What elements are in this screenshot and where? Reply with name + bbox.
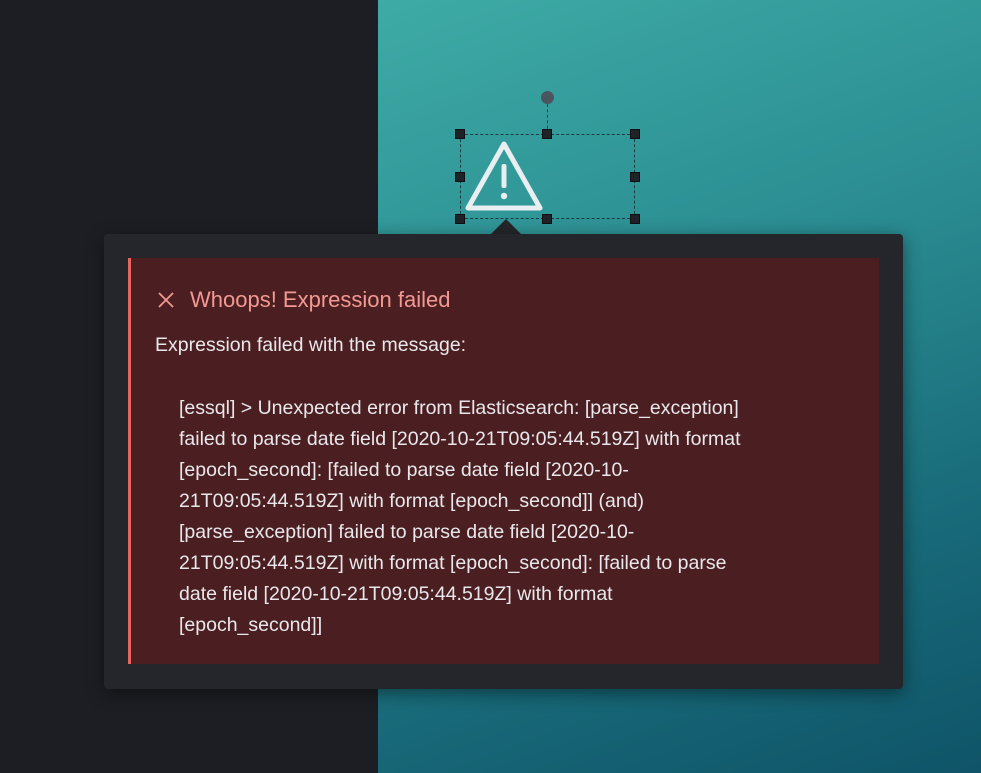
- callout-title-row: Whoops! Expression failed: [157, 287, 450, 313]
- error-detail: [essql] > Unexpected error from Elastics…: [179, 397, 741, 636]
- error-message: Expression failed with the message:: [155, 334, 467, 356]
- resize-handle-top-right[interactable]: [630, 129, 640, 139]
- warning-triangle-icon[interactable]: [462, 138, 546, 214]
- resize-handle-bottom[interactable]: [542, 214, 552, 224]
- resize-handle-bottom-right[interactable]: [630, 214, 640, 224]
- resize-handle-bottom-left[interactable]: [455, 214, 465, 224]
- popover-arrow: [491, 219, 521, 234]
- resize-handle-right[interactable]: [630, 172, 640, 182]
- rotate-handle[interactable]: [541, 91, 554, 104]
- error-popover: Whoops! Expression failed Expression fai…: [104, 234, 903, 689]
- close-icon[interactable]: [157, 291, 175, 309]
- error-callout: Whoops! Expression failed Expression fai…: [128, 258, 879, 664]
- error-title: Whoops! Expression failed: [190, 287, 451, 312]
